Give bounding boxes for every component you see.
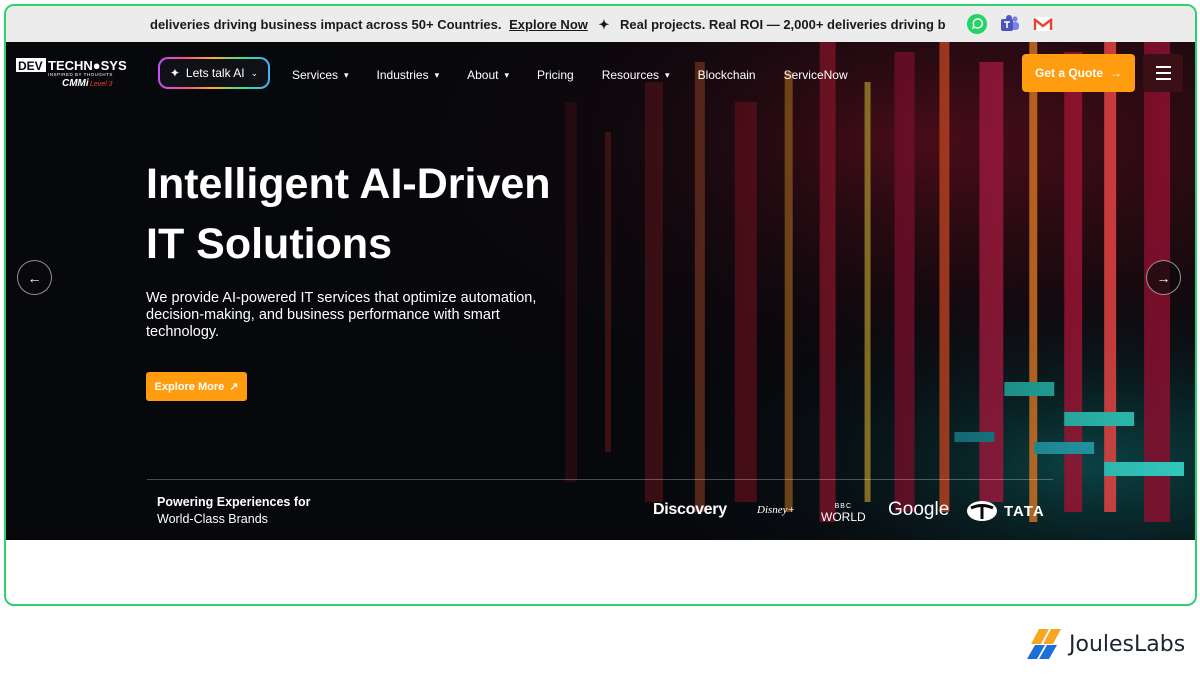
arrow-up-right-icon: ↗ [229,381,239,393]
ticker-explore-link[interactable]: Explore Now [509,17,588,32]
lets-talk-ai-button[interactable]: ✦ Lets talk AI ⌄ [158,57,270,89]
explore-more-label: Explore More [154,380,225,393]
chevron-down-icon: ▾ [434,69,440,80]
nav-item-label: Blockchain [697,68,756,82]
browser-frame: deliveries driving business impact acros… [4,4,1197,606]
hero-title-line-1: Intelligent AI-Driven [146,160,551,208]
nav-item-label: ServiceNow [783,68,848,82]
jouleslabs-logo-text: JoulesLabs [1069,631,1186,657]
menu-icon-bar [1155,66,1171,68]
ticker-text-end: Real projects. Real ROI — 2,000+ deliver… [620,17,946,32]
get-a-quote-label: Get a Quote [1034,66,1103,80]
menu-icon-bar [1155,78,1171,80]
ticker-text: deliveries driving business impact acros… [150,17,946,33]
brands-caption: Powering Experiences for World-Class Bra… [157,494,311,528]
hamburger-menu-button[interactable] [1143,54,1183,92]
svg-text:Level 3: Level 3 [90,81,113,88]
hero-title-line-2: IT Solutions [146,220,393,268]
discovery-logo: Discovery [653,501,727,518]
svg-text:CMMi: CMMi [62,78,89,89]
arrow-left-icon: ← [27,269,42,286]
announcement-ticker: deliveries driving business impact acros… [6,6,1195,42]
google-logo: Google [888,499,950,520]
hero-title: Intelligent AI-Driven IT Solutions [146,154,706,274]
nav-item-pricing[interactable]: Pricing [537,68,574,82]
ticker-text-start: deliveries driving business impact acros… [150,17,502,32]
nav-item-blockchain[interactable]: Blockchain [698,68,756,82]
tata-emblem-icon [967,501,997,521]
brands-caption-line-2: World-Class Brands [157,512,268,526]
bbc-logo-bottom: WORLD [821,510,866,524]
nav-item-about[interactable]: About ▾ [467,68,509,82]
lets-talk-ai-label: Lets talk AI [185,66,245,80]
hero-subtitle: We provide AI-powered IT services that o… [146,290,537,340]
hero-section: DEV TECHN●SYS INSPIRED BY THOUGHTS CMMi … [6,42,1195,540]
whatsapp-icon[interactable] [966,13,988,35]
sparkle-icon: ✦ [598,17,610,32]
site-logo[interactable]: DEV TECHN●SYS INSPIRED BY THOUGHTS CMMi … [16,56,138,90]
nav-item-label: Pricing [537,68,574,82]
svg-text:TECHN●SYS: TECHN●SYS [48,58,127,73]
main-nav: Services ▾ Industries ▾ About ▾ Pricing … [292,68,876,82]
chevron-down-icon: ▾ [665,69,670,80]
nav-item-label: Industries [376,68,429,82]
gmail-icon[interactable] [1032,13,1054,35]
svg-text:DEV: DEV [18,59,43,73]
teams-icon[interactable] [999,13,1021,35]
sparkle-icon: ✦ [169,66,180,80]
contact-icons [966,13,1054,35]
tata-logo-text: TATA [1004,502,1045,520]
chevron-down-icon: ▾ [504,69,509,80]
jouleslabs-mark-icon [1027,629,1061,659]
nav-item-servicenow[interactable]: ServiceNow [784,68,848,82]
menu-icon-bar [1155,72,1171,74]
arrow-right-icon: → [1110,66,1122,80]
hero-divider [147,479,1053,480]
arrow-right-icon: → [1156,269,1171,286]
explore-more-button[interactable]: Explore More ↗ [146,372,247,401]
carousel-next-button[interactable]: → [1146,260,1181,295]
nav-item-label: Services [292,68,339,82]
brands-caption-line-1: Powering Experiences for [157,495,311,509]
chevron-down-icon: ⌄ [250,67,259,78]
disney-plus-logo: Disney+ [757,504,795,516]
nav-item-services[interactable]: Services ▾ [292,68,349,82]
chevron-down-icon: ▾ [344,69,349,80]
get-a-quote-button[interactable]: Get a Quote → [1022,54,1135,92]
jouleslabs-logo: JoulesLabs [1027,628,1185,660]
nav-item-resources[interactable]: Resources ▾ [602,68,670,82]
carousel-prev-button[interactable]: ← [17,260,52,295]
bbc-world-logo: BBC WORLD [821,501,866,523]
nav-item-industries[interactable]: Industries ▾ [377,68,440,82]
nav-item-label: About [467,68,499,82]
svg-text:INSPIRED BY THOUGHTS: INSPIRED BY THOUGHTS [48,72,113,77]
nav-item-label: Resources [601,68,660,82]
tata-logo: TATA [966,500,1045,522]
